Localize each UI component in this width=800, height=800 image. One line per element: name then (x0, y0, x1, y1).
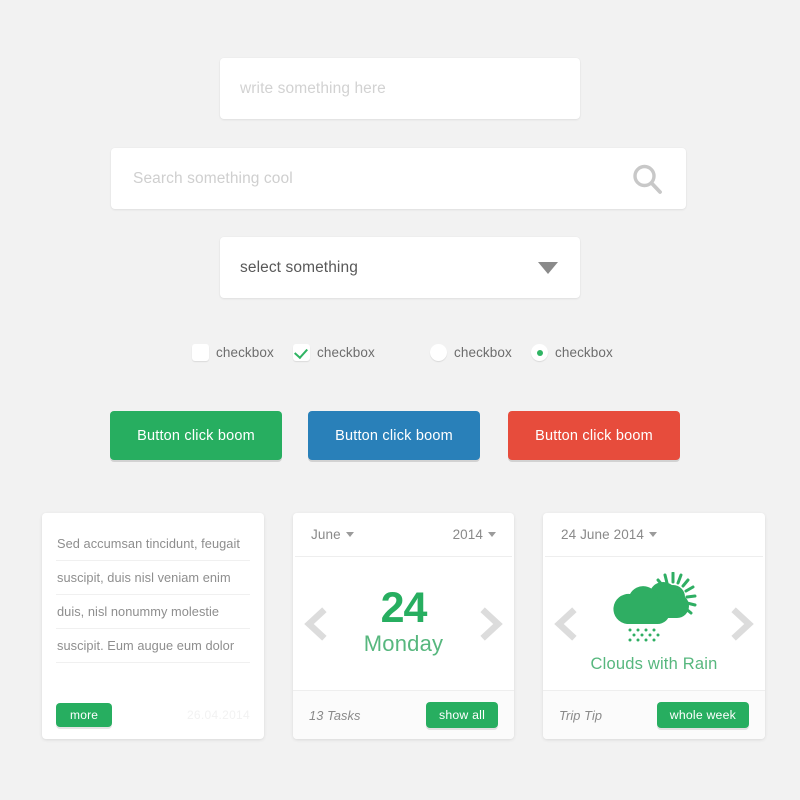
search-field[interactable]: Search something cool (111, 148, 686, 209)
weather-date-label: 24 June 2014 (561, 527, 645, 542)
show-all-button[interactable]: show all (425, 702, 498, 728)
chevron-down-icon[interactable] (538, 261, 558, 274)
chevron-down-icon[interactable] (345, 532, 354, 537)
button-green[interactable]: Button click boom (110, 411, 282, 460)
notes-date: 26.04.2014 (186, 708, 250, 722)
checkbox-check-icon[interactable] (293, 344, 310, 361)
chevron-left-icon[interactable] (303, 606, 329, 642)
date-card-header: June 2014 (295, 513, 512, 557)
cloud-sun-rain-icon (611, 571, 697, 651)
list-item: suscipit, duis nisl veniam enim (56, 561, 250, 595)
radio-circle-icon[interactable] (430, 344, 447, 361)
button-red[interactable]: Button click boom (508, 411, 680, 460)
choice-label: checkbox (216, 345, 274, 360)
date-card-body: 24 Monday (293, 557, 514, 690)
choice-label: checkbox (317, 345, 375, 360)
chevron-right-icon[interactable] (729, 606, 755, 642)
list-item: duis, nisl nonummy molestie (56, 595, 250, 629)
radio-unchecked[interactable]: checkbox (430, 344, 512, 361)
more-button[interactable]: more (56, 703, 113, 727)
date-card-footer: 13 Tasks show all (293, 690, 514, 739)
text-input-field[interactable]: write something here (220, 58, 580, 119)
select-dropdown[interactable]: select something (220, 237, 580, 298)
month-label: June (311, 527, 341, 542)
select-value: select something (240, 258, 358, 276)
weather-card-body: Clouds with Rain (543, 557, 765, 690)
year-label: 2014 (452, 527, 483, 542)
radio-checked[interactable]: checkbox (531, 344, 613, 361)
weather-condition: Clouds with Rain (590, 654, 718, 673)
date-display: 24 Monday (329, 587, 478, 658)
chevron-right-icon[interactable] (478, 606, 504, 642)
text-input-placeholder: write something here (240, 79, 386, 97)
date-card: June 2014 24 Monday 13 Tasks show all (293, 513, 514, 739)
list-item: suscipit. Eum augue eum dolor (56, 629, 250, 663)
day-number: 24 (380, 584, 428, 633)
chevron-down-icon[interactable] (649, 532, 658, 537)
day-name: Monday (363, 631, 444, 657)
whole-week-button[interactable]: whole week (656, 702, 749, 728)
notes-card: Sed accumsan tincidunt, feugait suscipit… (42, 513, 264, 739)
ui-kit-page: write something here Search something co… (0, 0, 800, 800)
list-item: Sed accumsan tincidunt, feugait (56, 527, 250, 561)
weather-date-selector[interactable]: 24 June 2014 (561, 527, 658, 542)
trip-tip-label: Trip Tip (559, 707, 603, 723)
checkbox-checked[interactable]: checkbox (293, 344, 375, 361)
checkbox-box-icon[interactable] (192, 344, 209, 361)
chevron-down-icon[interactable] (488, 532, 496, 537)
notes-card-footer: more 26.04.2014 (42, 691, 264, 739)
tasks-count: 13 Tasks (309, 707, 361, 723)
checkbox-unchecked[interactable]: checkbox (192, 344, 274, 361)
button-blue[interactable]: Button click boom (308, 411, 480, 460)
search-icon[interactable] (630, 162, 664, 196)
notes-list: Sed accumsan tincidunt, feugait suscipit… (42, 513, 264, 691)
search-input-placeholder: Search something cool (133, 169, 293, 187)
chevron-left-icon[interactable] (553, 606, 579, 642)
choice-row: checkbox checkbox checkbox checkbox (192, 344, 622, 368)
weather-card-footer: Trip Tip whole week (543, 690, 765, 739)
weather-card-header: 24 June 2014 (545, 513, 763, 557)
weather-display: Clouds with Rain (579, 571, 729, 674)
month-selector[interactable]: June (311, 527, 354, 542)
radio-dot-icon[interactable] (531, 344, 548, 361)
weather-card: 24 June 2014 Clouds with Rain Trip Tip w… (543, 513, 765, 739)
year-selector[interactable]: 2014 (453, 527, 496, 542)
choice-label: checkbox (555, 345, 613, 360)
choice-label: checkbox (454, 345, 512, 360)
